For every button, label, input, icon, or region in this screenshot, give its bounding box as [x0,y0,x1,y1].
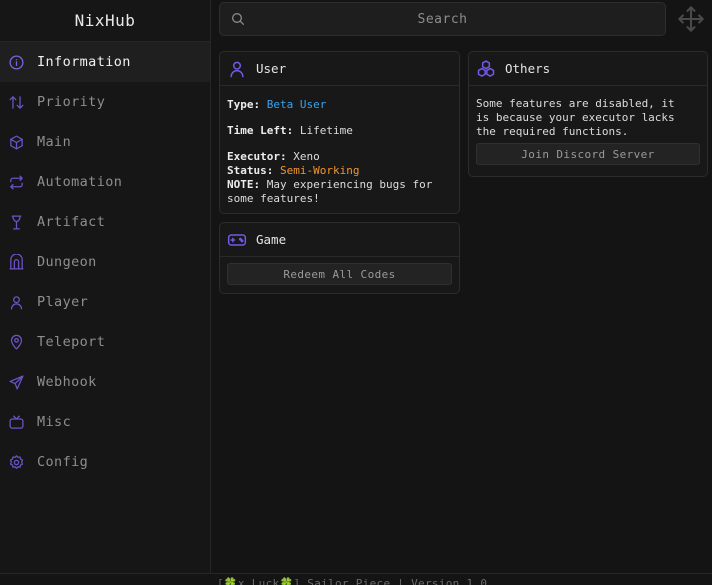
others-text-line: is because your executor lacks [476,111,675,124]
status-value: Semi-Working [279,164,360,177]
game-card-header: Game [220,223,459,257]
sidebar-item-label: Misc [37,414,72,430]
status-label: Status: [227,164,274,177]
sidebar-item-webhook[interactable]: Webhook [0,362,210,402]
send-icon [7,373,25,391]
others-card-title: Others [505,61,551,76]
executor-label: Executor: [227,150,287,163]
cube-icon [7,133,25,151]
info-icon [7,53,25,71]
others-card: Others Some features are disabled, it is… [468,51,708,177]
user-card-header: User [220,52,459,86]
goblet-icon [7,213,25,231]
sidebar-item-label: Player [37,294,89,310]
sidebar-item-label: Information [37,54,131,70]
type-row: Type: Beta User [227,98,452,112]
map-pin-icon [7,333,25,351]
search-bar [219,2,666,36]
boxes-icon [476,59,496,79]
archway-icon [7,253,25,271]
app-title: NixHub [0,0,210,42]
sidebar: NixHub Information Priority Main Automat… [0,0,211,573]
gear-icon [7,453,25,471]
time-left-label: Time Left: [227,124,294,137]
time-left-value: Lifetime [299,124,353,137]
sidebar-item-label: Webhook [37,374,97,390]
search-icon [230,11,246,27]
sidebar-item-label: Config [37,454,89,470]
sidebar-item-main[interactable]: Main [0,122,210,162]
sidebar-item-artifact[interactable]: Artifact [0,202,210,242]
user-card-title: User [256,61,287,76]
type-value: Beta User [266,98,327,111]
footer-version-text: [🍀x Luck🍀] Sailor Piece | Version 1.0 [217,577,488,585]
redeem-all-codes-button[interactable]: Redeem All Codes [227,263,452,285]
repeat-icon [7,173,25,191]
sidebar-item-dungeon[interactable]: Dungeon [0,242,210,282]
others-card-header: Others [469,52,707,86]
note-label: NOTE: [227,178,261,191]
note-value: May experiencing bugs for [266,178,433,191]
user-icon [227,59,247,79]
resize-grip-icon[interactable] [698,578,706,585]
note-continuation: some features! [227,192,320,205]
move-handle-icon[interactable] [677,5,705,33]
gamepad-icon [227,230,247,250]
sidebar-item-label: Main [37,134,72,150]
footer: [🍀x Luck🍀] Sailor Piece | Version 1.0 [0,573,712,585]
game-card-body: Redeem All Codes [220,257,459,291]
app-window: NixHub Information Priority Main Automat… [0,0,712,585]
sidebar-item-player[interactable]: Player [0,282,210,322]
sidebar-item-automation[interactable]: Automation [0,162,210,202]
type-label: Type: [227,98,261,111]
sidebar-item-priority[interactable]: Priority [0,82,210,122]
search-input[interactable] [220,3,665,35]
time-left-row: Time Left: Lifetime [227,124,452,138]
sidebar-item-config[interactable]: Config [0,442,210,482]
sidebar-item-label: Dungeon [37,254,97,270]
sidebar-item-label: Automation [37,174,123,190]
game-card-title: Game [256,232,287,247]
tv-icon [7,413,25,431]
sidebar-nav: Information Priority Main Automation Art… [0,42,210,482]
game-card: Game Redeem All Codes [219,222,460,294]
user-card: User Type: Beta User Time Left: Lifetime… [219,51,460,214]
sidebar-item-label: Teleport [37,334,106,350]
sidebar-item-misc[interactable]: Misc [0,402,210,442]
user-card-body: Type: Beta User Time Left: Lifetime Exec… [220,86,459,212]
executor-row: Executor: Xeno [227,150,452,164]
others-text-line: Some features are disabled, it [476,97,675,110]
note-row: NOTE: May experiencing bugs for [227,178,452,192]
sidebar-item-label: Artifact [37,214,106,230]
others-card-body: Some features are disabled, it is becaus… [469,86,707,171]
status-row: Status: Semi-Working [227,164,452,178]
join-discord-server-button[interactable]: Join Discord Server [476,143,700,165]
others-text-line: the required functions. [476,125,629,138]
sort-arrows-icon [7,93,25,111]
sidebar-item-information[interactable]: Information [0,42,210,82]
executor-value: Xeno [293,150,320,163]
user-icon [7,293,25,311]
sidebar-item-teleport[interactable]: Teleport [0,322,210,362]
sidebar-item-label: Priority [37,94,106,110]
